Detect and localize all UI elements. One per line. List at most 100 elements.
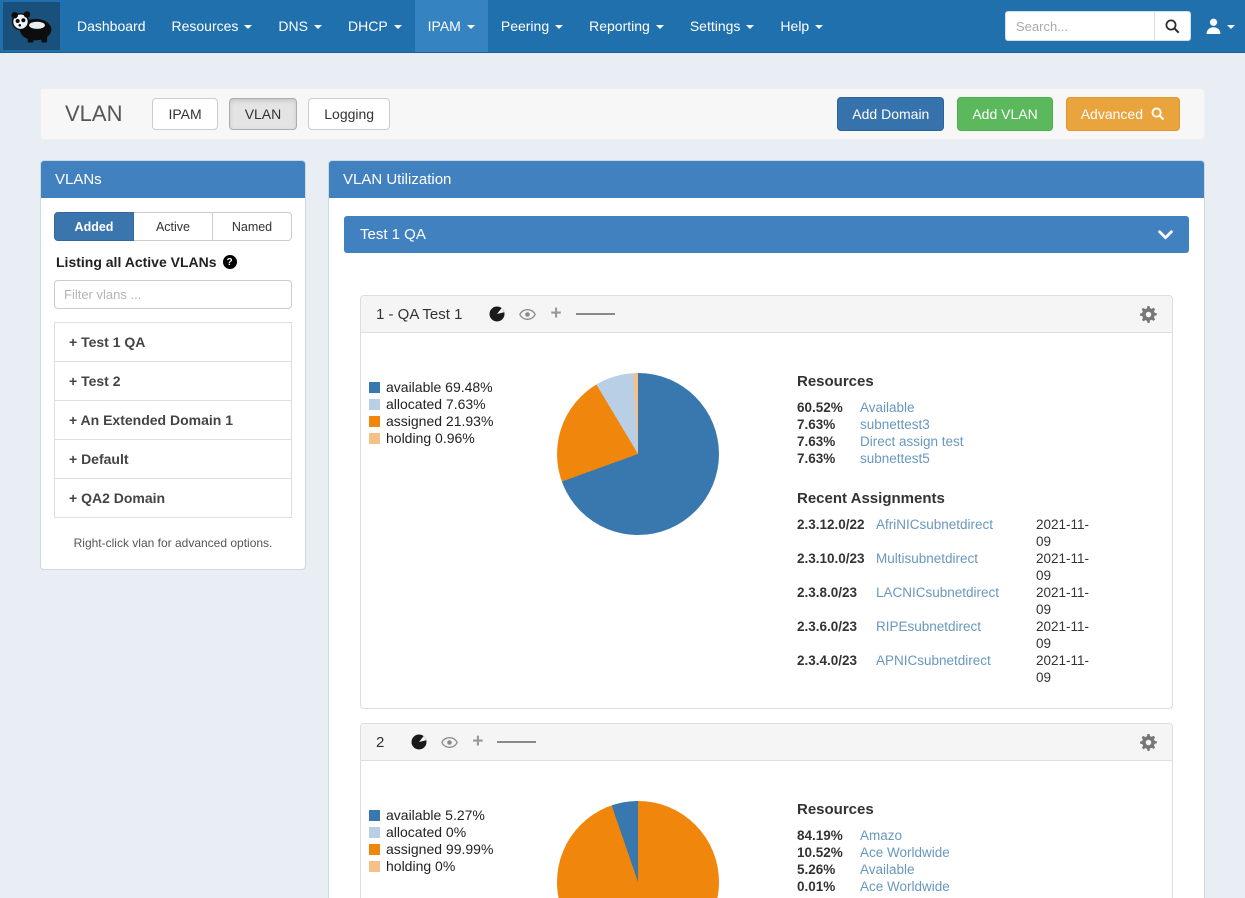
resource-link[interactable]: subnettest3 bbox=[860, 416, 930, 433]
page-title: VLAN bbox=[65, 101, 122, 127]
assignment-date: 2021-11-09 bbox=[1036, 618, 1097, 652]
assignment-link[interactable]: APNICsubnetdirect bbox=[876, 652, 1036, 686]
pie-chart-icon[interactable] bbox=[411, 734, 427, 750]
vlan-card-body: available 69.48%allocated 7.63%assigned … bbox=[361, 333, 1172, 708]
advanced-label: Advanced bbox=[1081, 106, 1143, 122]
pie-chart bbox=[557, 801, 719, 898]
legend-label: available 5.27% bbox=[386, 807, 485, 823]
nav-item-label: Dashboard bbox=[77, 18, 146, 34]
resource-link[interactable]: subnettest5 bbox=[860, 450, 930, 467]
resource-link[interactable]: Amazo bbox=[860, 827, 902, 844]
app-logo[interactable] bbox=[3, 2, 60, 50]
vlan-group-label: Test 1 QA bbox=[360, 226, 426, 243]
menu-icon[interactable] bbox=[497, 739, 536, 746]
add-domain-label: Add Domain bbox=[852, 106, 929, 122]
resource-row: 60.52%Available bbox=[797, 399, 1097, 416]
vlan-filter-tab-added[interactable]: Added bbox=[54, 212, 134, 241]
vlan-card: 1 - QA Test 1 + bbox=[360, 295, 1173, 709]
resource-row: 7.63%Direct assign test bbox=[797, 433, 1097, 450]
nav-item-dns[interactable]: DNS bbox=[265, 0, 335, 52]
legend-label: holding 0.96% bbox=[386, 430, 475, 446]
resource-link[interactable]: Available bbox=[860, 861, 915, 878]
vlan-filter-input[interactable] bbox=[54, 280, 292, 309]
legend-swatch bbox=[369, 844, 380, 855]
legend-label: holding 0% bbox=[386, 858, 455, 874]
legend-swatch bbox=[369, 810, 380, 821]
vlan-list-item[interactable]: + Test 2 bbox=[55, 361, 291, 400]
legend-label: assigned 21.93% bbox=[386, 413, 493, 429]
gear-icon[interactable] bbox=[1140, 306, 1157, 323]
tab-ipam[interactable]: IPAM bbox=[152, 98, 217, 130]
vlan-filter-tabs: AddedActiveNamed bbox=[54, 212, 292, 241]
card-info: Resources 60.52%Available7.63%subnettest… bbox=[797, 373, 1097, 686]
page-header: VLAN IPAM VLAN Logging Add Domain Add VL… bbox=[40, 88, 1205, 140]
add-vlan-button[interactable]: Add VLAN bbox=[957, 97, 1052, 131]
card-header-icons: + bbox=[489, 306, 614, 322]
caret-down-icon bbox=[555, 25, 563, 29]
resource-link[interactable]: Ace Worldwide bbox=[860, 844, 950, 861]
help-icon[interactable]: ? bbox=[223, 255, 237, 269]
vlan-utilization-panel: VLAN Utilization Test 1 QA 1 - QA Test 1 bbox=[328, 160, 1205, 898]
nav-item-dashboard[interactable]: Dashboard bbox=[64, 0, 159, 52]
assignment-cidr: 2.3.8.0/23 bbox=[797, 584, 876, 618]
gear-icon[interactable] bbox=[1140, 734, 1157, 751]
assignment-link[interactable]: RIPEsubnetdirect bbox=[876, 618, 1036, 652]
nav-item-label: Help bbox=[780, 18, 809, 34]
user-menu[interactable] bbox=[1203, 14, 1237, 38]
vlan-list-item[interactable]: + An Extended Domain 1 bbox=[55, 400, 291, 439]
sidebar-note: Right-click vlan for advanced options. bbox=[54, 536, 292, 550]
assignment-link[interactable]: LACNICsubnetdirect bbox=[876, 584, 1036, 618]
panda-logo-icon bbox=[9, 8, 55, 44]
user-icon bbox=[1205, 18, 1222, 34]
search-button[interactable] bbox=[1154, 12, 1190, 40]
assignment-link[interactable]: Multisubnetdirect bbox=[876, 550, 1036, 584]
sidebar-body: AddedActiveNamed Listing all Active VLAN… bbox=[41, 198, 305, 569]
vlan-filter-tab-active[interactable]: Active bbox=[134, 212, 213, 241]
resources-list: 60.52%Available7.63%subnettest37.63%Dire… bbox=[797, 399, 1097, 467]
resource-link[interactable]: Available bbox=[860, 399, 915, 416]
nav-item-ipam[interactable]: IPAM bbox=[415, 0, 488, 52]
caret-down-icon bbox=[746, 25, 754, 29]
vlan-list-item[interactable]: + Default bbox=[55, 439, 291, 478]
resource-link[interactable]: Direct assign test bbox=[860, 433, 964, 450]
vlan-filter-tab-named[interactable]: Named bbox=[213, 212, 292, 241]
plus-icon[interactable]: + bbox=[472, 736, 483, 748]
vlan-list-item[interactable]: + QA2 Domain bbox=[55, 478, 291, 517]
advanced-button[interactable]: Advanced bbox=[1066, 97, 1180, 131]
nav-item-reporting[interactable]: Reporting bbox=[576, 0, 677, 52]
eye-icon[interactable] bbox=[519, 309, 536, 320]
assignments-list: 2.3.12.0/22AfriNICsubnetdirect2021-11-09… bbox=[797, 516, 1097, 686]
assignment-link[interactable]: AfriNICsubnetdirect bbox=[876, 516, 1036, 550]
assignment-date: 2021-11-09 bbox=[1036, 516, 1097, 550]
add-domain-button[interactable]: Add Domain bbox=[837, 97, 944, 131]
nav-item-settings[interactable]: Settings bbox=[677, 0, 768, 52]
vlan-list-item[interactable]: + Test 1 QA bbox=[55, 323, 291, 361]
plus-icon[interactable]: + bbox=[550, 308, 561, 320]
search-icon bbox=[1151, 107, 1165, 121]
resource-link[interactable]: Ace Worldwide bbox=[860, 878, 950, 895]
nav-item-help[interactable]: Help bbox=[767, 0, 836, 52]
vlan-group-header[interactable]: Test 1 QA bbox=[344, 216, 1189, 253]
nav-item-peering[interactable]: Peering bbox=[488, 0, 576, 52]
tab-vlan[interactable]: VLAN bbox=[229, 98, 298, 130]
menu-icon[interactable] bbox=[576, 311, 615, 318]
resource-percent: 84.19% bbox=[797, 827, 860, 844]
legend-item: available 5.27% bbox=[369, 807, 557, 823]
navbar-right bbox=[1005, 0, 1245, 52]
resources-heading: Resources bbox=[797, 801, 1097, 818]
vlan-card: 2 + bbox=[360, 723, 1173, 898]
nav-item-resources[interactable]: Resources bbox=[159, 0, 266, 52]
search-icon bbox=[1165, 19, 1180, 34]
assignment-cidr: 2.3.6.0/23 bbox=[797, 618, 876, 652]
search-input[interactable] bbox=[1006, 12, 1154, 40]
caret-down-icon bbox=[467, 25, 475, 29]
nav-item-dhcp[interactable]: DHCP bbox=[335, 0, 415, 52]
pie-chart-icon[interactable] bbox=[489, 306, 505, 322]
assignment-row: 2.3.10.0/23Multisubnetdirect2021-11-09 bbox=[797, 550, 1097, 584]
resource-row: 84.19%Amazo bbox=[797, 827, 1097, 844]
tab-logging[interactable]: Logging bbox=[308, 98, 390, 130]
legend-swatch bbox=[369, 433, 380, 444]
eye-icon[interactable] bbox=[441, 737, 458, 748]
resource-row: 7.63%subnettest3 bbox=[797, 416, 1097, 433]
caret-down-icon bbox=[244, 25, 252, 29]
